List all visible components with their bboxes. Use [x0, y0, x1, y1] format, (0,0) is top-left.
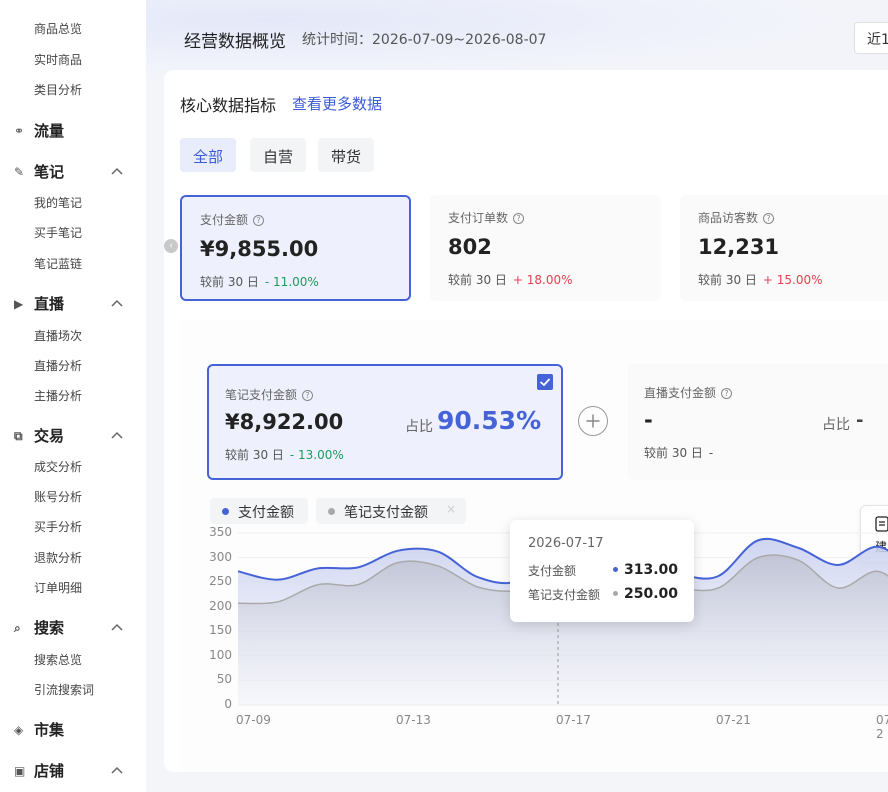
tooltip-row-payment: 支付金额 313.00	[528, 562, 678, 579]
sidebar-group-label: 店铺	[34, 762, 65, 780]
tooltip-dot	[613, 591, 618, 596]
tooltip-label: 笔记支付金额	[528, 588, 601, 602]
market-icon: ◈	[14, 722, 24, 737]
sidebar-item-note-links[interactable]: 笔记蓝链	[34, 255, 82, 272]
sidebar-item-search-overview[interactable]: 搜索总览	[34, 651, 82, 668]
sidebar-item-deal-analysis[interactable]: 成交分析	[34, 458, 82, 475]
sidebar-group-label: 笔记	[34, 163, 65, 181]
tooltip-dot	[613, 567, 618, 572]
chevron-up-icon[interactable]	[110, 764, 124, 778]
sidebar-group-label: 交易	[34, 427, 65, 445]
sidebar-group-trade[interactable]: ⧉ 交易	[14, 425, 65, 446]
sidebar-item-buyer-analysis[interactable]: 买手分析	[34, 518, 82, 535]
trade-icon: ⧉	[14, 428, 23, 443]
search-icon: ⌕	[14, 620, 21, 635]
play-icon: ▶	[14, 296, 24, 311]
sidebar-item-live-analysis[interactable]: 直播分析	[34, 357, 82, 374]
traffic-icon: ⚭	[14, 123, 25, 138]
tooltip-date: 2026-07-17	[528, 536, 604, 551]
tooltip-value: 313.00	[623, 562, 678, 578]
sidebar-item-buyer-notes[interactable]: 买手笔记	[34, 224, 82, 241]
sidebar-item-live-sessions[interactable]: 直播场次	[34, 327, 82, 344]
sidebar: 商品总览 实时商品 类目分析 ⚭ 流量 ✎ 笔记 我的笔记 买手笔记 笔记蓝链 …	[0, 0, 146, 792]
tooltip-label: 支付金额	[528, 564, 577, 578]
sidebar-group-live[interactable]: ▶ 直播	[14, 293, 65, 314]
chevron-up-icon[interactable]	[110, 621, 124, 635]
sidebar-item-refund-analysis[interactable]: 退款分析	[34, 549, 82, 566]
store-icon: ▣	[14, 763, 26, 778]
chart-tooltip: 2026-07-17 支付金额 313.00 笔记支付金额 250.00	[510, 520, 694, 622]
sidebar-group-label: 直播	[34, 295, 65, 313]
sidebar-group-notes[interactable]: ✎ 笔记	[14, 161, 65, 182]
chevron-up-icon[interactable]	[110, 297, 124, 311]
sidebar-item-product-overview[interactable]: 商品总览	[34, 20, 82, 37]
sidebar-item-order-details[interactable]: 订单明细	[34, 579, 82, 596]
note-icon: ✎	[14, 164, 25, 179]
sidebar-group-label: 流量	[34, 122, 65, 140]
sidebar-group-market[interactable]: ◈ 市集	[14, 719, 65, 740]
sidebar-item-host-analysis[interactable]: 主播分析	[34, 387, 82, 404]
chevron-up-icon[interactable]	[110, 165, 124, 179]
sidebar-group-traffic[interactable]: ⚭ 流量	[14, 120, 65, 141]
sidebar-item-search-terms[interactable]: 引流搜索词	[34, 681, 94, 698]
sidebar-item-account-analysis[interactable]: 账号分析	[34, 488, 82, 505]
sidebar-item-category-analysis[interactable]: 类目分析	[34, 81, 82, 98]
sidebar-group-label: 市集	[34, 721, 65, 739]
chevron-up-icon[interactable]	[110, 429, 124, 443]
tooltip-value: 250.00	[623, 586, 678, 602]
line-area-chart[interactable]	[146, 0, 888, 792]
main-area: 经营数据概览 统计时间：2026-07-09~2026-08-07 近1 核心数…	[146, 0, 888, 792]
sidebar-group-label: 搜索	[34, 619, 65, 637]
sidebar-group-search[interactable]: ⌕ 搜索	[14, 617, 65, 638]
tooltip-row-note-payment: 笔记支付金额 250.00	[528, 586, 678, 603]
sidebar-group-store[interactable]: ▣ 店铺	[14, 760, 65, 781]
sidebar-item-my-notes[interactable]: 我的笔记	[34, 194, 82, 211]
sidebar-item-realtime-product[interactable]: 实时商品	[34, 51, 82, 68]
